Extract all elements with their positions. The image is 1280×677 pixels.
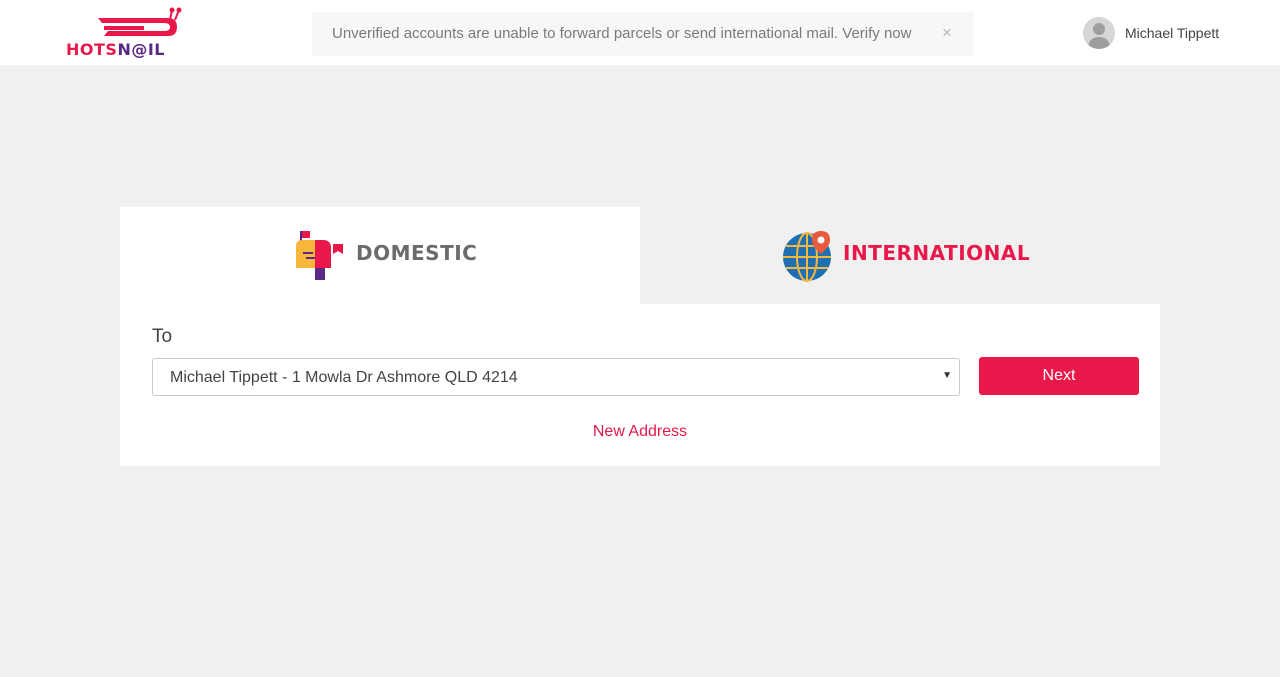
tab-international[interactable]: INTERNATIONAL (640, 207, 1160, 304)
logo-text-hot: HOTS (66, 40, 118, 59)
globe-pin-icon (783, 231, 831, 282)
address-select[interactable]: Michael Tippett - 1 Mowla Dr Ashmore QLD… (152, 358, 960, 396)
verification-notice: Unverified accounts are unable to forwar… (312, 12, 974, 56)
logo-text-snail: N@IL (117, 40, 165, 59)
tab-domestic-label: DOMESTIC (356, 241, 478, 265)
address-select-value: Michael Tippett - 1 Mowla Dr Ashmore QLD… (170, 369, 518, 386)
snail-mark-icon (98, 7, 182, 36)
user-name: Michael Tippett (1125, 25, 1220, 41)
chevron-down-icon: ▼ (942, 370, 952, 381)
new-address-link[interactable]: New Address (120, 423, 1160, 441)
tab-international-label: INTERNATIONAL (843, 241, 1031, 265)
to-label: To (152, 326, 173, 347)
mailbox-icon (296, 231, 343, 280)
address-panel: To Michael Tippett - 1 Mowla Dr Ashmore … (120, 304, 1160, 466)
logo-wordmark: HOTSN@IL (66, 40, 165, 59)
next-button[interactable]: Next (979, 357, 1139, 395)
top-header: HOTSN@IL Unverified accounts are unable … (0, 0, 1280, 65)
notice-text[interactable]: Unverified accounts are unable to forwar… (332, 25, 911, 42)
user-avatar-icon (1083, 17, 1115, 49)
hotsnail-logo[interactable]: HOTSN@IL (64, 6, 184, 60)
close-icon[interactable]: × (942, 23, 952, 43)
tab-domestic[interactable]: DOMESTIC (120, 207, 640, 304)
